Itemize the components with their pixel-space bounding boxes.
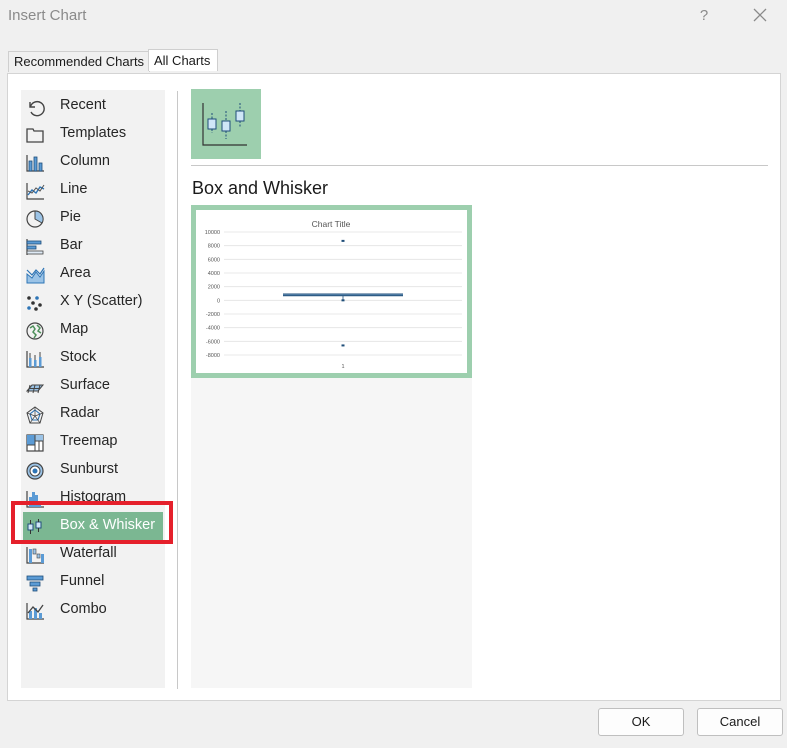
tab-all-charts[interactable]: All Charts xyxy=(148,49,218,71)
outlier-point xyxy=(341,299,345,302)
chart-title: Chart Title xyxy=(312,219,351,229)
sidebar-item-scatter-chart[interactable]: X Y (Scatter) xyxy=(21,288,165,316)
tab-recommended-charts[interactable]: Recommended Charts xyxy=(8,51,151,72)
sidebar-item-label: Line xyxy=(60,181,88,197)
horizontal-divider xyxy=(191,165,768,166)
close-icon xyxy=(753,8,767,22)
surface-chart-icon xyxy=(25,377,45,397)
y-tick-label: -8000 xyxy=(206,353,220,359)
sidebar-item-treemap-chart[interactable]: Treemap xyxy=(21,428,165,456)
treemap-chart-icon xyxy=(25,433,45,453)
map-chart-icon xyxy=(25,321,45,341)
sidebar-item-label: X Y (Scatter) xyxy=(60,293,143,309)
chart-type-title: Box and Whisker xyxy=(192,178,329,198)
chart-preview-frame[interactable]: Chart Title 10000 8000 6000 4000 2000 0 -2000 -4… xyxy=(191,205,472,378)
recent-icon xyxy=(25,97,45,117)
sidebar-item-label: Waterfall xyxy=(60,545,117,561)
waterfall-chart-icon xyxy=(25,545,45,565)
x-tick-label: 1 xyxy=(341,364,344,370)
sidebar-item-line-chart[interactable]: Line xyxy=(21,176,165,204)
sidebar-item-label: Sunburst xyxy=(60,461,119,477)
sidebar-item-label: Templates xyxy=(60,125,127,141)
bar-chart-icon xyxy=(25,237,45,257)
templates-icon xyxy=(25,125,45,145)
sidebar-item-label: Column xyxy=(60,153,110,169)
sidebar-item-label: Combo xyxy=(60,601,107,617)
radar-chart-icon xyxy=(25,405,45,425)
y-tick-label: 8000 xyxy=(208,244,220,250)
sidebar-item-label: Bar xyxy=(60,237,83,253)
pie-chart-icon xyxy=(25,209,45,229)
area-chart-icon xyxy=(25,265,45,285)
sidebar-item-label: Area xyxy=(60,265,91,281)
sidebar-item-column-chart[interactable]: Column xyxy=(21,148,165,176)
cancel-button[interactable]: Cancel xyxy=(697,708,783,736)
column-chart-icon xyxy=(25,153,45,173)
sidebar-item-area-chart[interactable]: Area xyxy=(21,260,165,288)
sidebar-item-recent[interactable]: Recent xyxy=(21,92,165,120)
sidebar-item-pie-chart[interactable]: Pie xyxy=(21,204,165,232)
sunburst-chart-icon xyxy=(25,461,45,481)
combo-chart-icon xyxy=(25,601,45,621)
sidebar-item-radar-chart[interactable]: Radar xyxy=(21,400,165,428)
y-tick-label: -4000 xyxy=(206,326,220,332)
sidebar-item-label: Map xyxy=(60,321,89,337)
ok-button[interactable]: OK xyxy=(598,708,684,736)
outlier-point xyxy=(341,239,345,242)
y-tick-label: 2000 xyxy=(208,285,220,291)
sidebar-item-templates[interactable]: Templates xyxy=(21,120,165,148)
line-chart-icon xyxy=(25,181,45,201)
y-tick-label: -2000 xyxy=(206,312,220,318)
chart-subtype-thumbnail[interactable] xyxy=(191,89,261,159)
tab-content: Recent Templates Column Line Pie Bar Area X Y (… xyxy=(7,73,781,701)
box-whisker-subtype-icon xyxy=(202,103,247,146)
sidebar-item-funnel-chart[interactable]: Funnel xyxy=(21,568,165,596)
sidebar-item-label: Radar xyxy=(60,405,100,421)
dialog-title: Insert Chart xyxy=(8,7,87,24)
stock-chart-icon xyxy=(25,349,45,369)
y-tick-label: 4000 xyxy=(208,271,220,277)
y-tick-label: 6000 xyxy=(208,257,220,263)
scatter-chart-icon xyxy=(25,293,45,313)
funnel-chart-icon xyxy=(25,573,45,593)
y-tick-label: -6000 xyxy=(206,339,220,345)
y-tick-label: 0 xyxy=(217,298,220,304)
sidebar-item-surface-chart[interactable]: Surface xyxy=(21,372,165,400)
sidebar-item-bar-chart[interactable]: Bar xyxy=(21,232,165,260)
sidebar-item-waterfall-chart[interactable]: Waterfall xyxy=(21,540,165,568)
close-button[interactable] xyxy=(745,4,775,28)
sidebar-item-sunburst-chart[interactable]: Sunburst xyxy=(21,456,165,484)
chart-type-list: Recent Templates Column Line Pie Bar Area X Y (… xyxy=(21,90,165,688)
sidebar-item-map-chart[interactable]: Map xyxy=(21,316,165,344)
title-bar: Insert Chart ? xyxy=(0,0,787,34)
preview-chart-svg: Chart Title 10000 8000 6000 4000 2000 0 -2000 -4… xyxy=(205,219,462,370)
sidebar-item-label: Treemap xyxy=(60,433,118,449)
sidebar-item-combo-chart[interactable]: Combo xyxy=(21,596,165,624)
selection-highlight-annotation xyxy=(11,501,173,544)
chart-preview: Chart Title 10000 8000 6000 4000 2000 0 -2000 -4… xyxy=(196,210,467,373)
sidebar-item-stock-chart[interactable]: Stock xyxy=(21,344,165,372)
sidebar-item-label: Funnel xyxy=(60,573,105,589)
vertical-divider xyxy=(177,91,178,689)
y-tick-label: 10000 xyxy=(205,230,220,236)
sidebar-item-label: Pie xyxy=(60,209,81,225)
sidebar-item-label: Surface xyxy=(60,377,110,393)
sidebar-item-label: Stock xyxy=(60,349,97,365)
chart-preview-panel: Chart Title 10000 8000 6000 4000 2000 0 -2000 -4… xyxy=(191,205,472,688)
sidebar-item-label: Recent xyxy=(60,97,106,113)
help-button[interactable]: ? xyxy=(690,4,718,28)
outlier-point xyxy=(341,344,345,347)
